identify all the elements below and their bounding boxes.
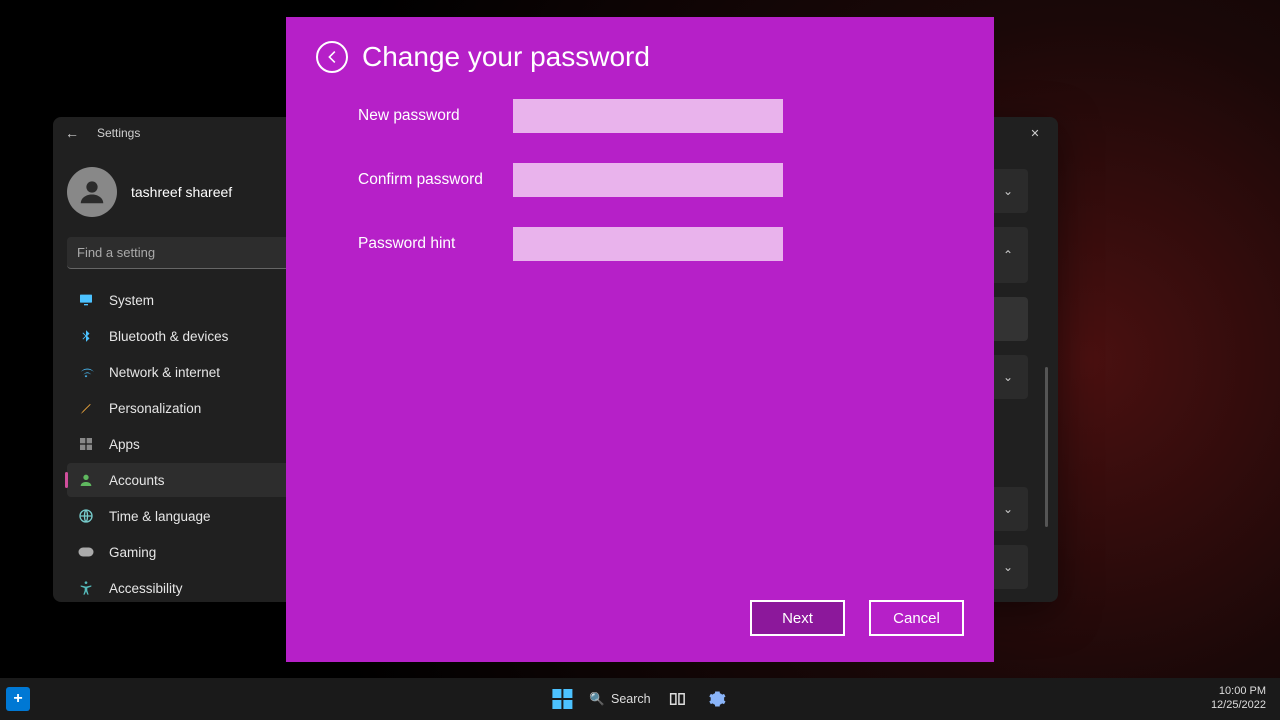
settings-taskbar-icon[interactable]: [705, 686, 731, 712]
password-hint-row: Password hint: [358, 227, 964, 261]
sidebar-item-bluetooth-devices[interactable]: Bluetooth & devices: [67, 319, 321, 353]
new-password-input[interactable]: [513, 99, 783, 133]
sidebar-item-label: Time & language: [109, 509, 211, 524]
system-tray-clock[interactable]: 10:00 PM 12/25/2022: [1211, 685, 1280, 713]
expand-button[interactable]: ⌄: [988, 545, 1028, 589]
sidebar-item-apps[interactable]: Apps: [67, 427, 321, 461]
expand-button[interactable]: ⌄: [988, 169, 1028, 213]
task-view-button[interactable]: [665, 686, 691, 712]
apps-icon: [77, 435, 95, 453]
change-password-modal: Change your password New password Confir…: [286, 17, 994, 662]
sidebar-item-label: Accessibility: [109, 581, 183, 596]
next-button[interactable]: Next: [750, 600, 845, 636]
search-icon: 🔍: [589, 692, 605, 707]
bluetooth-icon: [77, 327, 95, 345]
sidebar-item-personalization[interactable]: Personalization: [67, 391, 321, 425]
monitor-icon: [77, 291, 95, 309]
person-icon: [77, 471, 95, 489]
gamepad-icon: [77, 543, 95, 561]
taskbar: + 🔍 Search 10:00 PM 12/25/2022: [0, 678, 1280, 720]
sidebar-item-label: Apps: [109, 437, 140, 452]
password-hint-input[interactable]: [513, 227, 783, 261]
search-wrap: 🔍: [67, 237, 311, 269]
start-button[interactable]: [549, 686, 575, 712]
modal-footer: Next Cancel: [316, 600, 964, 642]
widgets-button[interactable]: +: [6, 687, 30, 711]
avatar-icon: [67, 167, 117, 217]
sidebar-item-gaming[interactable]: Gaming: [67, 535, 321, 569]
back-button[interactable]: ←: [65, 125, 79, 141]
scrollbar[interactable]: [1045, 367, 1048, 527]
expand-button[interactable]: ⌄: [988, 355, 1028, 399]
confirm-password-input[interactable]: [513, 163, 783, 197]
confirm-password-label: Confirm password: [358, 171, 513, 189]
taskbar-search[interactable]: 🔍 Search: [589, 692, 650, 707]
confirm-password-row: Confirm password: [358, 163, 964, 197]
sidebar-item-label: Bluetooth & devices: [109, 329, 228, 344]
search-input[interactable]: [67, 237, 311, 269]
settings-nav: System Bluetooth & devices Network & inter…: [67, 283, 321, 602]
username-label: tashreef shareef: [131, 184, 232, 200]
clock-time: 10:00 PM: [1211, 685, 1266, 699]
sidebar-item-label: Accounts: [109, 473, 165, 488]
close-button[interactable]: ✕: [1012, 117, 1058, 149]
sidebar-item-accounts[interactable]: Accounts: [67, 463, 321, 497]
sidebar-item-label: Personalization: [109, 401, 201, 416]
sidebar-item-network-internet[interactable]: Network & internet: [67, 355, 321, 389]
taskbar-search-label: Search: [611, 692, 651, 706]
password-hint-label: Password hint: [358, 235, 513, 253]
panel-row[interactable]: [988, 297, 1028, 341]
settings-title: Settings: [97, 126, 140, 140]
sidebar-item-accessibility[interactable]: Accessibility: [67, 571, 321, 602]
expand-button[interactable]: ⌄: [988, 487, 1028, 531]
sidebar-item-label: Network & internet: [109, 365, 220, 380]
sidebar-item-system[interactable]: System: [67, 283, 321, 317]
password-form: New password Confirm password Password h…: [316, 99, 964, 261]
globe-icon: [77, 507, 95, 525]
clock-date: 12/25/2022: [1211, 699, 1266, 713]
cancel-button[interactable]: Cancel: [869, 600, 964, 636]
modal-title: Change your password: [362, 41, 650, 73]
new-password-row: New password: [358, 99, 964, 133]
wifi-icon: [77, 363, 95, 381]
sidebar-item-time-language[interactable]: Time & language: [67, 499, 321, 533]
sidebar-item-label: Gaming: [109, 545, 156, 560]
accessibility-icon: [77, 579, 95, 597]
sidebar-item-label: System: [109, 293, 154, 308]
collapse-button[interactable]: ⌃: [988, 227, 1028, 283]
brush-icon: [77, 399, 95, 417]
modal-back-button[interactable]: [316, 41, 348, 73]
modal-header: Change your password: [316, 41, 964, 73]
new-password-label: New password: [358, 107, 513, 125]
